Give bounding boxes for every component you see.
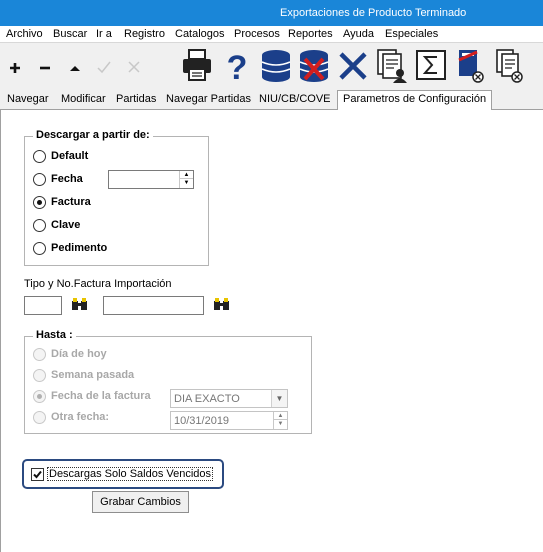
- menu-registro[interactable]: Registro: [124, 28, 165, 40]
- radio-default-button[interactable]: [33, 150, 46, 163]
- document-copy-icon[interactable]: [495, 48, 525, 84]
- radio-fecha-label: Fecha: [51, 173, 83, 185]
- printer-icon[interactable]: [180, 48, 214, 82]
- radio-dia-de-hoy-label: Día de hoy: [51, 348, 107, 360]
- radio-clave-button[interactable]: [33, 219, 46, 232]
- binoculars-icon[interactable]: [213, 297, 230, 312]
- hasta-legend: Hasta :: [33, 329, 76, 341]
- radio-fecha-button[interactable]: [33, 173, 46, 186]
- radio-semana-pasada-label: Semana pasada: [51, 369, 135, 381]
- radio-otra-fecha-button[interactable]: [33, 411, 46, 424]
- menu-ayuda[interactable]: Ayuda: [343, 28, 374, 40]
- remove-icon[interactable]: [38, 61, 52, 75]
- radio-fecha-factura-button[interactable]: [33, 390, 46, 403]
- radio-factura-button[interactable]: [33, 196, 46, 209]
- window-titlebar: Exportaciones de Producto Terminado: [0, 0, 543, 26]
- document-book-icon[interactable]: [456, 48, 486, 84]
- fecha-factura-dropdown-value: DIA EXACTO: [174, 393, 240, 405]
- approve-icon[interactable]: [96, 59, 112, 75]
- tab-parametros-configuracion[interactable]: Parametros de Configuración: [337, 90, 493, 111]
- fecha-date-field[interactable]: ▲ ▼: [108, 170, 194, 189]
- database-icon[interactable]: [260, 49, 292, 83]
- binoculars-icon[interactable]: [71, 297, 88, 312]
- radio-otra-fecha-label: Otra fecha:: [51, 411, 110, 423]
- saldos-vencidos-highlight: Descargas Solo Saldos Vencidos: [22, 459, 224, 489]
- saldos-vencidos-label[interactable]: Descargas Solo Saldos Vencidos: [47, 467, 214, 481]
- menu-buscar[interactable]: Buscar: [53, 28, 87, 40]
- menu-procesos[interactable]: Procesos: [234, 28, 280, 40]
- radio-pedimento-button[interactable]: [33, 242, 46, 255]
- numero-factura-input[interactable]: [103, 296, 204, 315]
- menu-especiales[interactable]: Especiales: [385, 28, 438, 40]
- spin-up-icon[interactable]: ▲: [274, 412, 287, 420]
- documents-user-icon[interactable]: [376, 48, 408, 84]
- saldos-vencidos-checkbox[interactable]: [31, 468, 44, 481]
- descargar-group: Descargar a partir de: Default Fecha ▲ ▼…: [24, 129, 209, 266]
- menu-bar: Archivo Buscar Ir a Registro Catalogos P…: [0, 26, 543, 43]
- database-delete-icon[interactable]: [298, 49, 330, 83]
- menu-catalogos[interactable]: Catalogos: [175, 28, 225, 40]
- tab-niu-cb-cove[interactable]: NIU/CB/COVE: [259, 93, 331, 105]
- checkmark-icon: [33, 470, 42, 479]
- tab-navegar[interactable]: Navegar: [7, 93, 49, 105]
- tab-modificar[interactable]: Modificar: [61, 93, 106, 105]
- radio-fecha-factura-label: Fecha de la factura: [51, 390, 151, 402]
- tipo-factura-label: Tipo y No.Factura Importación: [24, 278, 172, 290]
- close-icon[interactable]: [127, 59, 141, 75]
- radio-pedimento-label: Pedimento: [51, 242, 108, 254]
- hasta-group: Hasta : Día de hoy Semana pasada Fecha d…: [24, 329, 312, 434]
- tab-strip: Navegar Modificar Partidas Navegar Parti…: [0, 90, 543, 111]
- delete-x-icon[interactable]: [338, 51, 368, 81]
- tab-navegar-partidas[interactable]: Navegar Partidas: [166, 93, 251, 105]
- help-icon[interactable]: ?: [224, 48, 250, 84]
- fecha-factura-dropdown[interactable]: DIA EXACTO ▼: [170, 389, 288, 408]
- radio-clave-label: Clave: [51, 219, 81, 231]
- otra-fecha-spinner[interactable]: ▲ ▼: [273, 412, 287, 429]
- tab-partidas[interactable]: Partidas: [116, 93, 156, 105]
- radio-factura-label: Factura: [51, 196, 91, 208]
- radio-default-label: Default: [51, 150, 89, 162]
- descargar-legend: Descargar a partir de:: [33, 129, 153, 141]
- add-icon[interactable]: [8, 61, 22, 75]
- menu-reportes[interactable]: Reportes: [288, 28, 333, 40]
- radio-semana-pasada-button[interactable]: [33, 369, 46, 382]
- fecha-spinner[interactable]: ▲ ▼: [179, 171, 193, 188]
- menu-archivo[interactable]: Archivo: [6, 28, 43, 40]
- spin-down-icon[interactable]: ▼: [180, 179, 193, 187]
- configuration-panel: Descargar a partir de: Default Fecha ▲ ▼…: [0, 110, 543, 552]
- svg-text:?: ?: [227, 49, 248, 84]
- tipo-factura-input[interactable]: [24, 296, 62, 315]
- otra-fecha-value: 10/31/2019: [174, 415, 230, 427]
- arrow-up-icon[interactable]: [68, 62, 82, 74]
- spin-up-icon[interactable]: ▲: [180, 171, 193, 179]
- menu-ir-a[interactable]: Ir a: [96, 28, 112, 40]
- otra-fecha-field[interactable]: 10/31/2019 ▲ ▼: [170, 411, 288, 430]
- spin-down-icon[interactable]: ▼: [274, 420, 287, 428]
- window-title: Exportaciones de Producto Terminado: [280, 7, 467, 19]
- radio-dia-de-hoy-button[interactable]: [33, 348, 46, 361]
- sum-icon[interactable]: [416, 50, 446, 80]
- toolbar: ?: [0, 44, 543, 90]
- grabar-cambios-button[interactable]: Grabar Cambios: [92, 491, 189, 513]
- chevron-down-icon[interactable]: ▼: [271, 390, 287, 407]
